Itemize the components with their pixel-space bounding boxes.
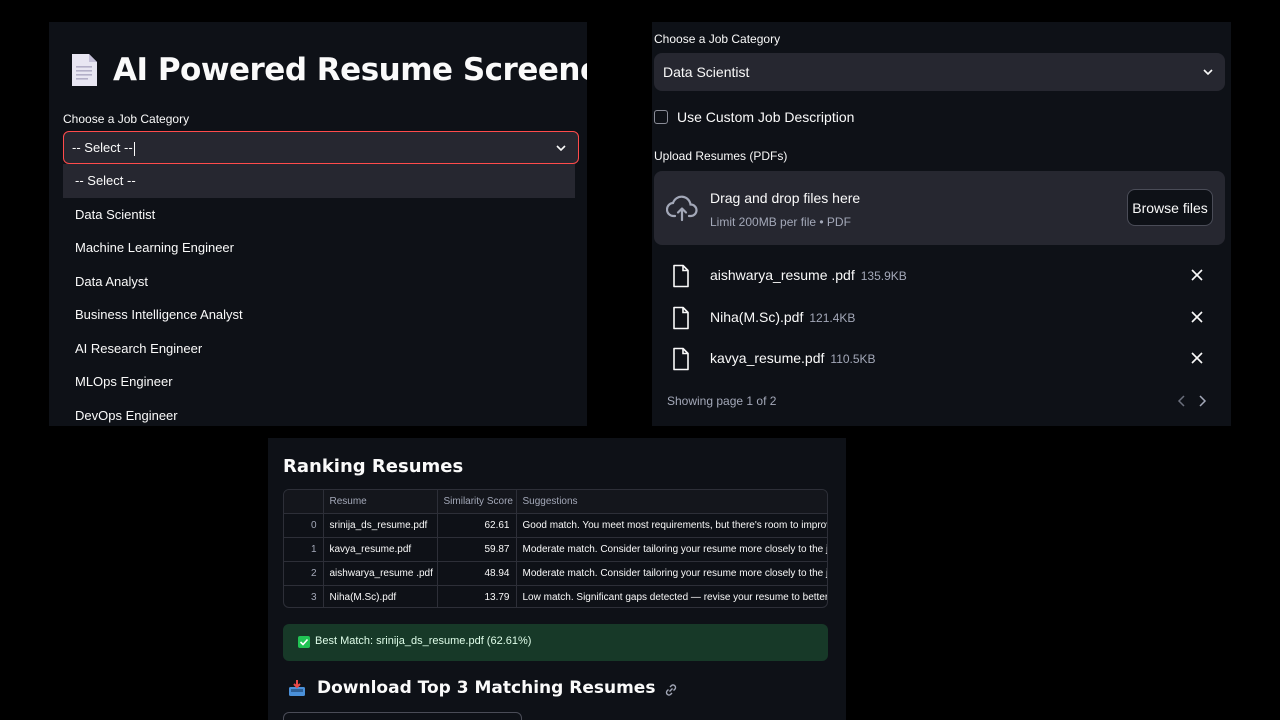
resume-cell: aishwarya_resume .pdf [323, 561, 438, 586]
pagination-text: Showing page 1 of 2 [667, 394, 777, 408]
dropdown-option[interactable]: Machine Learning Engineer [63, 231, 575, 265]
upload-panel: Choose a Job Category Data Scientist Use… [652, 22, 1231, 426]
resume-cell: Niha(M.Sc).pdf [323, 585, 438, 607]
row-index: 3 [284, 585, 324, 607]
select-value: -- Select -- [72, 140, 135, 156]
chevron-down-icon [556, 145, 566, 152]
file-icon [673, 347, 689, 371]
column-header[interactable]: Suggestions [516, 490, 827, 514]
chevron-down-icon [1203, 69, 1213, 76]
dropdown-option[interactable]: AI Research Engineer [63, 332, 575, 366]
column-header[interactable]: Resume [323, 490, 438, 514]
table-row[interactable]: 2 aishwarya_resume .pdf 48.94 Moderate m… [284, 561, 827, 586]
chevron-right-icon[interactable] [1196, 394, 1208, 408]
score-cell: 13.79 [437, 585, 517, 607]
job-category-dropdown-panel: AI Powered Resume Screener Choose a Job … [49, 22, 587, 426]
dropdown-option[interactable]: DevOps Engineer [63, 399, 575, 427]
select-label: Choose a Job Category [63, 112, 190, 126]
custom-jd-checkbox-row[interactable]: Use Custom Job Description [654, 109, 854, 125]
dropdown-option[interactable]: Business Intelligence Analyst [63, 298, 575, 332]
dropdown-option[interactable]: Data Analyst [63, 265, 575, 299]
table-row[interactable]: 1 kavya_resume.pdf 59.87 Moderate match.… [284, 537, 827, 562]
resume-cell: kavya_resume.pdf [323, 537, 438, 562]
score-cell: 48.94 [437, 561, 517, 586]
row-index: 0 [284, 513, 324, 538]
score-cell: 59.87 [437, 537, 517, 562]
best-match-alert: Best Match: srinija_ds_resume.pdf (62.61… [283, 624, 828, 661]
close-icon[interactable] [1190, 351, 1204, 365]
select-label: Choose a Job Category [654, 32, 781, 46]
file-size: 135.9KB [860, 269, 907, 283]
uploaded-file-row: aishwarya_resume .pdf 135.9KB [672, 261, 1224, 291]
suggestion-cell: Low match. Significant gaps detected — r… [516, 585, 827, 607]
custom-jd-checkbox[interactable] [654, 110, 668, 124]
file-icon [673, 306, 689, 330]
dropdown-option[interactable]: Data Scientist [63, 198, 575, 232]
download-button[interactable] [283, 712, 522, 720]
download-title: Download Top 3 Matching Resumes [317, 678, 656, 698]
checkbox-label: Use Custom Job Description [677, 109, 855, 125]
dropzone-instruction: Drag and drop files here [710, 190, 861, 206]
file-dropzone[interactable]: Drag and drop files here Limit 200MB per… [654, 171, 1225, 245]
select-value: Data Scientist [663, 64, 750, 80]
close-icon[interactable] [1190, 310, 1204, 324]
uploaded-file-row: Niha(M.Sc).pdf 121.4KB [672, 303, 1224, 333]
best-match-text: Best Match: srinija_ds_resume.pdf (62.61… [315, 635, 532, 647]
row-index: 1 [284, 537, 324, 562]
column-header[interactable] [284, 490, 324, 514]
table-header-row: Resume Similarity Score Suggestions [284, 490, 827, 514]
file-size: 110.5KB [830, 352, 876, 366]
job-category-select[interactable]: -- Select -- [63, 131, 579, 164]
page-facing-up-icon [72, 54, 97, 86]
inbox-tray-icon [289, 680, 305, 696]
suggestion-cell: Moderate match. Consider tailoring your … [516, 561, 827, 586]
resume-cell: srinija_ds_resume.pdf [323, 513, 438, 538]
title-row: AI Powered Resume Screener [69, 52, 587, 88]
chevron-left-icon[interactable] [1176, 394, 1188, 408]
table-row[interactable]: 0 srinija_ds_resume.pdf 62.61 Good match… [284, 513, 827, 538]
column-header[interactable]: Similarity Score [437, 490, 517, 514]
suggestion-cell: Good match. You meet most requirements, … [516, 513, 827, 538]
check-mark-icon [298, 636, 310, 648]
cloud-upload-icon [666, 195, 698, 222]
ranking-table[interactable]: Resume Similarity Score Suggestions 0 sr… [283, 489, 828, 608]
file-name: Niha(M.Sc).pdf 121.4KB [710, 309, 856, 325]
ranking-panel: Ranking Resumes Resume Similarity Score … [268, 438, 846, 720]
file-name: kavya_resume.pdf 110.5KB [710, 350, 876, 366]
ranking-title: Ranking Resumes [283, 456, 464, 477]
close-icon[interactable] [1190, 268, 1204, 282]
browse-files-button[interactable]: Browse files [1127, 189, 1213, 226]
page-title: AI Powered Resume Screener [113, 52, 587, 88]
upload-label: Upload Resumes (PDFs) [654, 149, 788, 163]
uploaded-file-row: kavya_resume.pdf 110.5KB [672, 344, 1224, 374]
file-name: aishwarya_resume .pdf 135.9KB [710, 267, 907, 283]
link-icon[interactable] [663, 682, 679, 698]
file-size: 121.4KB [809, 311, 856, 325]
dropdown-options: -- Select -- Data Scientist Machine Lear… [63, 164, 575, 426]
download-heading-row: Download Top 3 Matching Resumes [288, 678, 679, 698]
dropdown-option[interactable]: -- Select -- [63, 164, 575, 198]
file-icon [673, 264, 689, 288]
suggestion-cell: Moderate match. Consider tailoring your … [516, 537, 827, 562]
dropzone-limit: Limit 200MB per file • PDF [710, 215, 851, 229]
dropdown-option[interactable]: MLOps Engineer [63, 365, 575, 399]
job-category-select[interactable]: Data Scientist [654, 53, 1225, 91]
score-cell: 62.61 [437, 513, 517, 538]
table-row[interactable]: 3 Niha(M.Sc).pdf 13.79 Low match. Signif… [284, 585, 827, 607]
row-index: 2 [284, 561, 324, 586]
